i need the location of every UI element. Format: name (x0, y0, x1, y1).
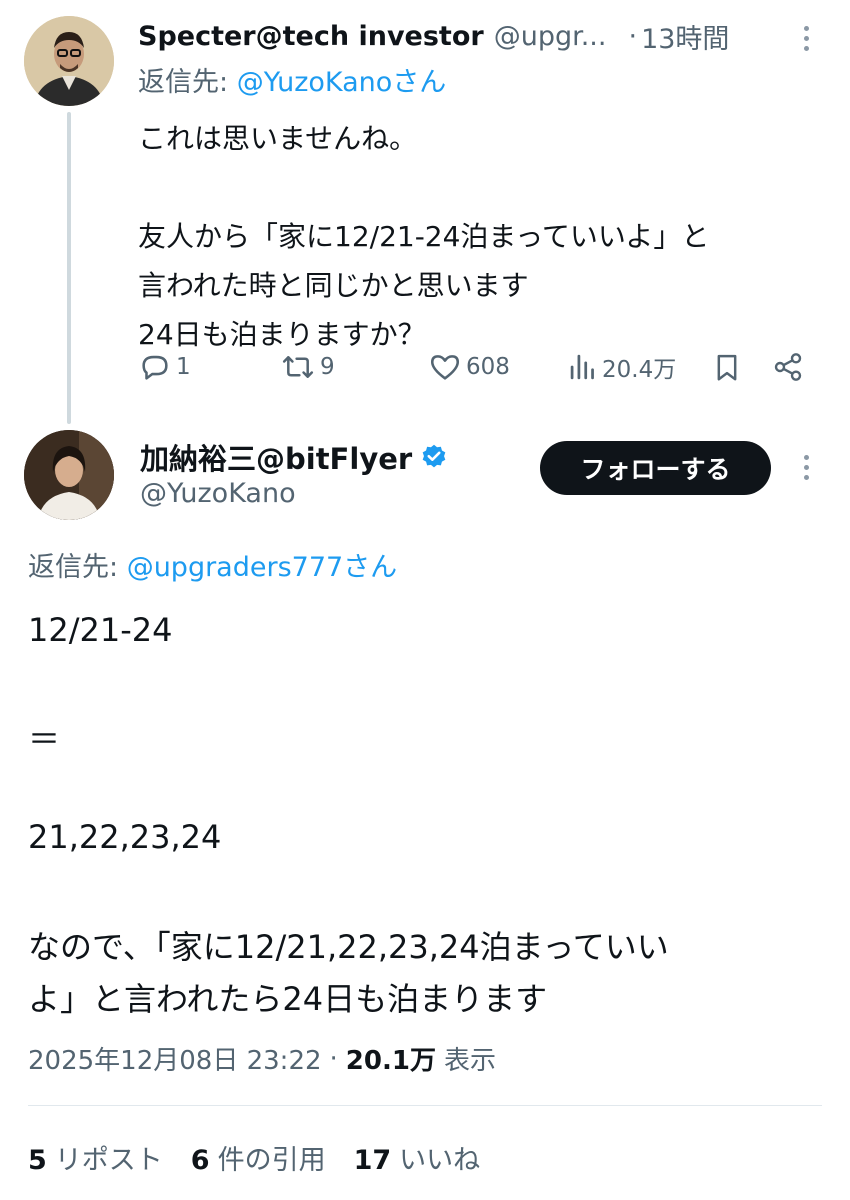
reply-button[interactable]: 1 (138, 342, 191, 392)
repost-stat[interactable]: 5 リポスト (28, 1138, 163, 1177)
stat-count: 6 (190, 1145, 210, 1176)
stat-label: 件の引用 (217, 1145, 326, 1176)
engagement-stats: 5 リポスト 6 件の引用 17 いいね (28, 1138, 480, 1177)
reply-handle-link[interactable]: @upgraders777さん (127, 552, 398, 583)
stat-label: いいね (399, 1145, 481, 1176)
user-handle[interactable]: @YuzoKano (140, 478, 296, 509)
verified-badge-icon (422, 444, 446, 468)
display-name[interactable]: 加納裕三@bitFlyer (140, 436, 412, 478)
view-label: 表示 (443, 1046, 496, 1076)
avatar[interactable] (24, 430, 114, 520)
display-name[interactable]: Specter@tech investor (138, 21, 484, 52)
tweet-text-line: ＝ (28, 720, 61, 758)
like-count: 608 (466, 354, 510, 380)
reply-to: 返信先: @YuzoKanoさん (138, 60, 446, 99)
tweet-header: Specter@tech investor @upgr... · 13時間 (138, 16, 778, 56)
divider (28, 1105, 822, 1106)
view-count: 20.1万 (345, 1046, 436, 1076)
tweet-text: これは思いませんね。 友人から「家に12/21-24泊まっていいよ」と 言われた… (138, 114, 818, 359)
avatar-portrait-icon (24, 16, 114, 106)
stat-count: 17 (353, 1145, 392, 1176)
like-stat[interactable]: 17 いいね (354, 1138, 481, 1177)
share-button[interactable] (772, 342, 804, 392)
avatar[interactable] (24, 16, 114, 106)
tweet-text-line: 12/21-24 (28, 611, 173, 649)
repost-button[interactable]: 9 (280, 342, 335, 392)
quote-stat[interactable]: 6 件の引用 (191, 1138, 326, 1177)
reply-count: 1 (176, 354, 191, 380)
repost-icon (282, 356, 314, 378)
views-button[interactable]: 20.4万 (568, 342, 676, 392)
more-icon[interactable] (801, 26, 811, 51)
tweet-actions-bar: 1 9 608 20.4万 (138, 342, 818, 392)
tweet-text-line: 友人から「家に12/21-24泊まっていいよ」と (138, 220, 710, 253)
more-icon[interactable] (801, 455, 811, 480)
views-count: 20.4万 (602, 357, 677, 383)
like-button[interactable]: 608 (428, 342, 510, 392)
tweet-time[interactable]: 13時間 (641, 17, 729, 56)
reply-icon (142, 355, 168, 380)
display-name-row: 加納裕三@bitFlyer (140, 436, 448, 478)
separator-dot: · (628, 20, 638, 52)
thread-connector-line (67, 112, 71, 424)
tweet-text-line: 21,22,23,24 (28, 818, 222, 856)
reply-prefix: 返信先: (138, 67, 237, 98)
follow-button[interactable]: フォローする (540, 441, 771, 495)
separator-dot: · (329, 1043, 338, 1074)
user-handle[interactable]: @upgr... (494, 21, 607, 52)
tweet-text-line: これは思いませんね。 (138, 122, 418, 155)
share-icon (774, 353, 802, 381)
reply-handle-link[interactable]: @YuzoKanoさん (237, 67, 447, 98)
repost-count: 9 (320, 354, 335, 380)
like-icon (430, 355, 460, 380)
tweet-text-line: なので、「家に12/21,22,23,24泊まっていい (28, 928, 669, 966)
stat-count: 5 (28, 1145, 47, 1176)
tweet-text-line: 言われた時と同じかと思います (138, 269, 529, 302)
bookmark-button[interactable] (712, 342, 742, 392)
tweet-meta: 2025年12月08日 23:22 · 20.1万 表示 (28, 1040, 496, 1077)
reply-to: 返信先: @upgraders777さん (28, 545, 397, 584)
tweet-text-line: よ」と言われたら24日も泊まります (28, 980, 548, 1018)
stat-label: リポスト (54, 1145, 163, 1176)
bookmark-icon (717, 354, 737, 381)
avatar-portrait-icon (24, 430, 114, 520)
views-icon (570, 354, 594, 380)
reply-prefix: 返信先: (28, 552, 127, 583)
tweet-text-line (138, 163, 818, 212)
tweet-timestamp[interactable]: 2025年12月08日 23:22 (28, 1040, 322, 1077)
